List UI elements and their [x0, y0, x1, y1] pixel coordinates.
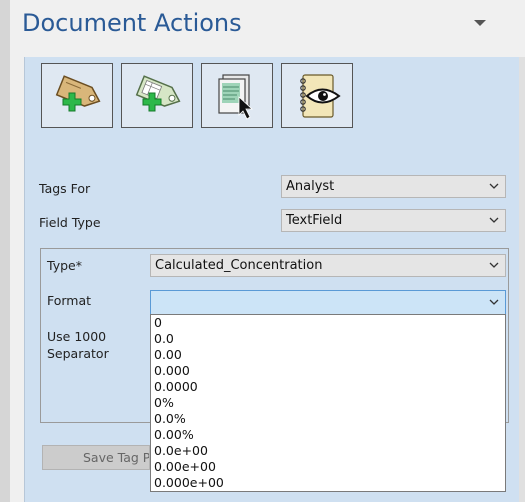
pane-right-edge — [519, 57, 525, 502]
format-dropdown-list: 0 0.0 0.00 0.000 0.0000 0% 0.0% 0.00% 0.… — [150, 314, 506, 492]
chevron-down-icon — [489, 217, 499, 223]
add-tag-button[interactable] — [41, 63, 113, 128]
add-table-tag-button[interactable] — [121, 63, 193, 128]
chevron-down-icon — [489, 299, 499, 305]
type-label: Type* — [47, 258, 82, 273]
format-option[interactable]: 0.00% — [151, 427, 505, 443]
document-actions-pane: Document Actions Tags For Analyst Field … — [0, 0, 525, 502]
format-option[interactable]: 0.00 — [151, 347, 505, 363]
format-option[interactable]: 0.000e+00 — [151, 475, 505, 491]
field-type-value: TextField — [286, 213, 343, 228]
separator-label: Use 1000 Separator — [47, 328, 109, 362]
format-option[interactable]: 0.000 — [151, 363, 505, 379]
tags-for-value: Analyst — [286, 179, 335, 194]
view-notebook-icon — [300, 73, 341, 118]
format-option[interactable]: 0% — [151, 395, 505, 411]
chevron-down-icon — [489, 183, 499, 189]
select-document-icon — [218, 73, 254, 120]
type-value: Calculated_Concentration — [155, 258, 323, 273]
select-document-button[interactable] — [201, 63, 273, 128]
format-option[interactable]: 0.0 — [151, 331, 505, 347]
format-option[interactable]: 0 — [151, 315, 505, 331]
tags-for-label: Tags For — [39, 181, 91, 196]
format-option[interactable]: 0.0000 — [151, 379, 505, 395]
format-option[interactable]: 0.00e+00 — [151, 459, 505, 475]
add-tag-icon — [55, 74, 101, 111]
field-type-label: Field Type — [39, 215, 101, 230]
format-label: Format — [47, 293, 92, 308]
format-select[interactable] — [150, 290, 506, 315]
add-table-tag-icon — [135, 74, 181, 111]
separator-label-line2: Separator — [47, 346, 109, 361]
pane-left-edge — [0, 0, 10, 502]
tags-for-select[interactable]: Analyst — [281, 175, 506, 198]
chevron-down-icon — [489, 262, 499, 268]
format-option[interactable]: 0.0% — [151, 411, 505, 427]
collapse-icon[interactable] — [474, 20, 486, 26]
format-option[interactable]: 0.0e+00 — [151, 443, 505, 459]
save-tag-button[interactable]: Save Tag Pa — [42, 445, 150, 470]
panel-title: Document Actions — [22, 9, 242, 37]
type-select[interactable]: Calculated_Concentration — [150, 254, 506, 277]
view-notebook-button[interactable] — [281, 63, 353, 128]
field-type-select[interactable]: TextField — [281, 209, 506, 232]
separator-label-line1: Use 1000 — [47, 329, 107, 344]
